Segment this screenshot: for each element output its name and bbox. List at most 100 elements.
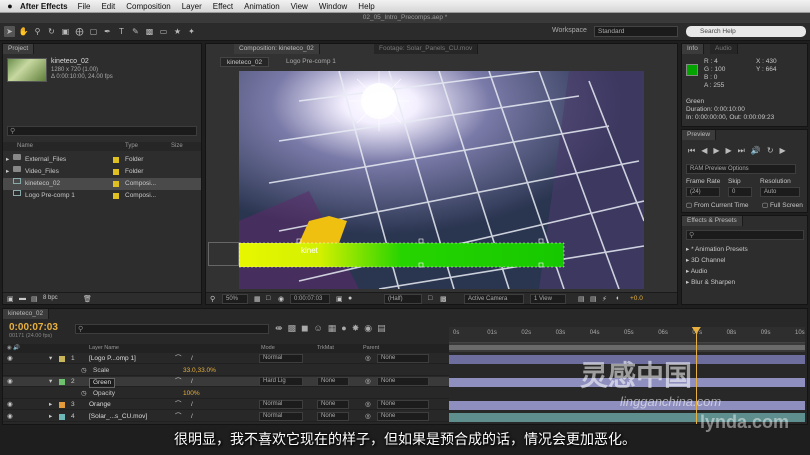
timeline-timecode[interactable]: 0:00:07:03 [9, 322, 58, 333]
label-color-swatch[interactable] [113, 169, 119, 175]
new-comp-icon[interactable]: ▤ [31, 295, 38, 303]
bpc-label[interactable]: 8 bpc [43, 295, 58, 301]
twirl-arrow-icon[interactable]: ▸ [49, 400, 52, 410]
current-time-indicator[interactable] [691, 327, 701, 424]
layer-mode-select[interactable]: Normal [259, 400, 303, 409]
render-icon[interactable]: ▤ [578, 295, 585, 303]
exposure-icon[interactable]: ◐ [616, 295, 620, 302]
effects-search-input[interactable]: ⚲ [686, 230, 804, 240]
quality-switch-icon[interactable]: / [191, 377, 193, 387]
auto-keyframe-icon[interactable]: ◉ [364, 323, 377, 333]
first-frame-icon[interactable]: ⏮ [688, 146, 701, 155]
frame-rate-select[interactable]: (24) [686, 187, 720, 197]
graph-editor-icon[interactable]: ▤ [377, 323, 391, 333]
menu-help[interactable]: Help [358, 2, 374, 11]
col-size[interactable]: Size [171, 142, 183, 151]
project-item[interactable]: Logo Pre-comp 1 Composi... [3, 190, 201, 202]
col-type[interactable]: Type [125, 142, 138, 151]
expand-arrow-icon[interactable]: ▸ [6, 166, 9, 178]
trkmat-select[interactable]: None [317, 377, 349, 386]
views-select[interactable]: 1 View [530, 294, 566, 304]
tab-timeline[interactable]: kineteco_02 [3, 309, 50, 319]
project-search-input[interactable]: ⚲ [7, 126, 197, 136]
trash-icon[interactable]: 🗑 [83, 295, 92, 303]
breadcrumb-comp[interactable]: kineteco_02 [220, 57, 270, 67]
breadcrumb-precomp[interactable]: Logo Pre-comp 1 [282, 57, 340, 67]
tab-project[interactable]: Project [3, 44, 35, 54]
tab-effects-presets[interactable]: Effects & Presets [682, 216, 743, 226]
brainstorm-icon[interactable]: ✸ [352, 323, 365, 333]
pan-behind-tool-icon[interactable]: ⨁ [74, 26, 85, 37]
last-frame-icon[interactable]: ⏭ [738, 146, 751, 155]
pickwhip-icon[interactable]: ◎ [365, 400, 371, 410]
ram-preview-icon[interactable]: ▶ [780, 146, 792, 155]
layer-label-color[interactable] [59, 402, 65, 408]
safe-zones-icon[interactable]: ▦ [254, 295, 261, 303]
camera-select[interactable]: Active Camera [464, 294, 524, 304]
comp-mini-flowchart-icon[interactable]: ⇼ [275, 323, 288, 333]
search-help-input[interactable]: Search Help [686, 26, 806, 37]
trkmat-select[interactable]: None [317, 411, 349, 421]
col-trkmat[interactable]: TrkMat [317, 344, 334, 353]
timeline-property-row[interactable]: ◷ Scale 33.0,33.0% [3, 366, 449, 376]
ram-preview-options[interactable]: RAM Preview Options [686, 164, 796, 174]
layer-name[interactable]: Orange [89, 400, 111, 410]
clone-tool-icon[interactable]: ▩ [144, 26, 155, 37]
brush-tool-icon[interactable]: ✎ [130, 26, 141, 37]
layer-mode-select[interactable]: Normal [259, 411, 303, 421]
draft-3d-icon[interactable]: ◼ [301, 323, 313, 333]
twirl-arrow-icon[interactable]: ▾ [49, 377, 52, 387]
timeline-layer-row[interactable]: ◉ ▾ 1 [Logo P...omp 1] ⌒ / Normal ◎ None [3, 354, 449, 364]
layer-name[interactable]: [Logo P...omp 1] [89, 354, 136, 364]
time-ruler[interactable]: 0s 01s 02s 03s 04s 05s 06s 07s 08s 09s 10s [449, 327, 805, 343]
color-channel-icon[interactable]: ● [348, 295, 352, 302]
next-frame-icon[interactable]: ▶ [726, 146, 738, 155]
pickwhip-icon[interactable]: ◎ [365, 377, 371, 387]
full-screen-checkbox[interactable]: ▢ Full Screen [762, 201, 803, 209]
workspace-select[interactable]: Standard [594, 26, 678, 37]
fast-preview-icon[interactable]: ⚡ [602, 295, 607, 303]
layer-name[interactable]: Green [89, 378, 116, 388]
property-value[interactable]: 33.0,33.0% [183, 366, 216, 376]
mute-icon[interactable]: 🔊 [751, 146, 767, 155]
roto-tool-icon[interactable]: ★ [172, 26, 183, 37]
menu-layer[interactable]: Layer [182, 2, 202, 11]
layer-label-color[interactable] [59, 379, 65, 385]
tab-footage[interactable]: Footage: Solar_Panels_CU.mov [374, 44, 479, 54]
property-value[interactable]: 100% [183, 389, 200, 399]
col-mode[interactable]: Mode [261, 344, 275, 353]
puppet-tool-icon[interactable]: ✦ [186, 26, 197, 37]
twirl-arrow-icon[interactable]: ▸ [49, 412, 52, 422]
eye-icon[interactable]: ◉ [7, 412, 13, 422]
shy-switch-icon[interactable]: ⌒ [175, 354, 182, 364]
eye-icon[interactable]: ◉ [7, 377, 13, 387]
magnifier-icon[interactable]: ⚲ [210, 295, 215, 303]
green-bar-layer[interactable] [239, 243, 564, 267]
layer-label-color[interactable] [59, 356, 65, 362]
label-color-swatch[interactable] [113, 157, 119, 163]
shy-layers-icon[interactable]: ☺ [314, 323, 328, 333]
rectangle-tool-icon[interactable]: ▢ [88, 26, 99, 37]
roi-icon[interactable]: □ [428, 295, 432, 302]
layer-mode-select[interactable]: Hard Lig [259, 377, 303, 386]
mask-toggle-icon[interactable]: □ [266, 295, 270, 302]
exposure-value[interactable]: +0.0 [630, 295, 643, 302]
menu-window[interactable]: Window [319, 2, 347, 11]
effects-category[interactable]: ▸ Blur & Sharpen [686, 277, 735, 289]
layer-name[interactable]: [Solar_...s_CU.mov] [89, 412, 147, 422]
skip-select[interactable]: 0 [728, 187, 752, 197]
menu-view[interactable]: View [291, 2, 308, 11]
loop-icon[interactable]: ↻ [767, 146, 780, 155]
shy-switch-icon[interactable]: ⌒ [175, 377, 182, 387]
hand-tool-icon[interactable]: ✋ [18, 26, 29, 37]
menu-composition[interactable]: Composition [126, 2, 170, 11]
new-folder-icon[interactable]: ▬ [19, 295, 26, 302]
trkmat-select[interactable]: None [317, 400, 349, 409]
work-area-bar[interactable] [449, 343, 805, 352]
camera-tool-icon[interactable]: ▣ [60, 26, 71, 37]
timeline-search-input[interactable]: ⚲ [75, 324, 269, 334]
shy-switch-icon[interactable]: ⌒ [175, 400, 182, 410]
prev-frame-icon[interactable]: ◀ [701, 146, 713, 155]
quality-switch-icon[interactable]: / [191, 354, 193, 364]
quality-switch-icon[interactable]: / [191, 412, 193, 422]
